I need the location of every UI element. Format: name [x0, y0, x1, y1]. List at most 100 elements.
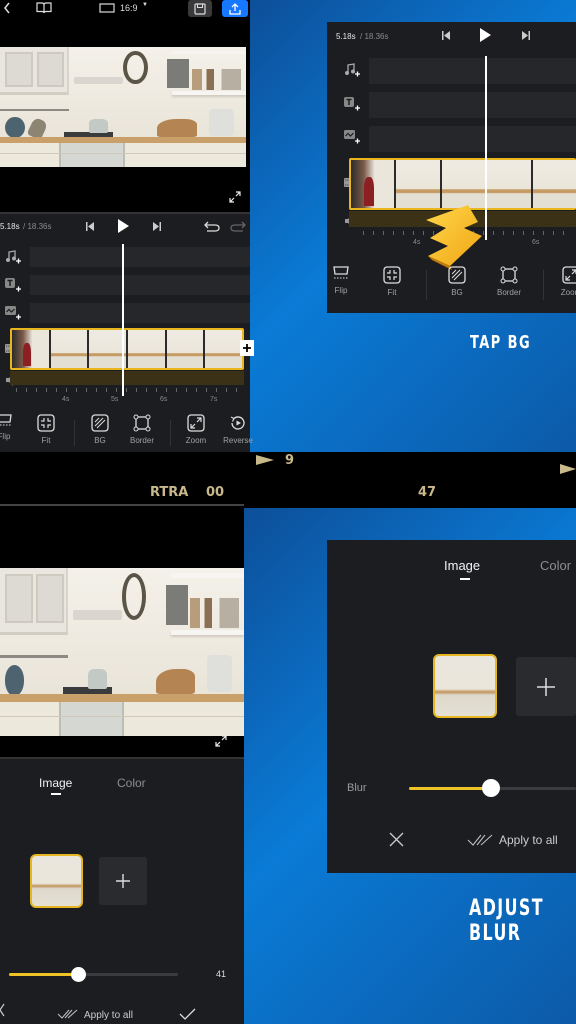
- toolbar-divider: [543, 270, 544, 300]
- video-preview[interactable]: [0, 568, 244, 736]
- flip-icon: [332, 266, 350, 282]
- adjust-blur-step-panel: Image Color Blur Apply to all: [327, 540, 576, 873]
- chevron-left-icon[interactable]: [2, 1, 12, 15]
- top-left-editor: 16:9 ▼ 5.18s / 18.36s 4s 5s 6s 7s lip Fi…: [0, 0, 254, 452]
- aspect-ratio-icon[interactable]: [99, 3, 115, 13]
- tab-image[interactable]: Image: [444, 558, 480, 573]
- film-number-right: 47: [418, 485, 437, 500]
- add-background-image-button[interactable]: [99, 857, 147, 905]
- text-add-icon[interactable]: [5, 278, 21, 292]
- tool-label: Flip: [0, 432, 11, 441]
- save-icon[interactable]: [188, 0, 212, 17]
- tool-label: Border: [129, 436, 154, 445]
- tool-bg[interactable]: BG: [435, 266, 479, 297]
- overlay-track[interactable]: [30, 303, 250, 323]
- fullscreen-toggle-icon[interactable]: [214, 734, 228, 748]
- playhead[interactable]: [122, 244, 124, 396]
- tool-bg[interactable]: BG: [78, 414, 122, 445]
- apply-to-all-icon[interactable]: [467, 834, 493, 846]
- film-number-left: 00: [206, 485, 225, 500]
- adjust-blur-caption: ADJUST BLUR: [469, 896, 545, 946]
- redo-icon[interactable]: [230, 220, 246, 232]
- undo-icon[interactable]: [204, 220, 220, 232]
- tool-flip[interactable]: Flip: [319, 266, 363, 295]
- text-track[interactable]: [30, 275, 250, 295]
- tool-fit[interactable]: Fit: [370, 266, 414, 297]
- background-image-thumbnail[interactable]: [433, 654, 497, 718]
- film-strip-line: [0, 504, 244, 506]
- tab-color[interactable]: Color: [540, 558, 571, 573]
- arrow-pointer-icon: [420, 200, 490, 270]
- video-clip[interactable]: [10, 328, 244, 370]
- tool-border[interactable]: Border: [487, 266, 531, 297]
- skip-end-icon[interactable]: [153, 222, 161, 231]
- add-clip-button[interactable]: [240, 340, 254, 356]
- background-icon: [448, 266, 466, 284]
- close-icon[interactable]: [0, 1003, 6, 1017]
- current-time: 5.18s: [336, 32, 356, 41]
- frame-marker-arrow-icon: [560, 464, 576, 474]
- tool-label: Fit: [387, 288, 397, 297]
- apply-to-all-icon[interactable]: [57, 1009, 79, 1019]
- tool-fit[interactable]: Fit: [24, 414, 68, 445]
- music-add-icon[interactable]: [5, 250, 21, 264]
- toolbar-divider: [74, 420, 75, 446]
- blur-slider-knob[interactable]: [70, 967, 86, 982]
- music-track[interactable]: [30, 247, 250, 267]
- tool-zoom[interactable]: Zoom: [174, 414, 218, 445]
- film-label: RTRA: [150, 485, 189, 500]
- overlay-track[interactable]: [369, 126, 576, 152]
- sticker-add-icon[interactable]: [344, 130, 360, 144]
- background-image-thumbnail[interactable]: [30, 854, 83, 908]
- skip-start-icon[interactable]: [86, 222, 94, 231]
- check-icon[interactable]: [179, 1008, 196, 1020]
- tab-image[interactable]: Image: [39, 776, 72, 790]
- ruler-tick-label: 7s: [210, 396, 218, 403]
- play-icon[interactable]: [117, 219, 129, 233]
- audio-track[interactable]: [10, 371, 244, 385]
- aspect-ratio-label[interactable]: 16:9: [120, 3, 138, 13]
- export-upload-icon[interactable]: [222, 0, 248, 17]
- music-add-icon[interactable]: [344, 63, 360, 77]
- timeline-panel: 5.18s / 18.36s 4s 5s 6s 7s lip Fit BG Bo…: [0, 214, 254, 452]
- apply-to-all-label[interactable]: Apply to all: [499, 833, 558, 847]
- tap-bg-step-panel: 5.18s / 18.36s 4s 6s Flip Fit BG Border …: [327, 22, 576, 313]
- text-track[interactable]: [369, 92, 576, 118]
- book-icon[interactable]: [36, 2, 52, 14]
- timeline-ruler: 4s 5s 6s 7s: [10, 388, 250, 408]
- tool-flip[interactable]: Flip: [0, 414, 26, 441]
- tool-zoom[interactable]: Zoom: [549, 266, 576, 297]
- tap-bg-caption: TAP BG: [470, 332, 532, 353]
- tool-label: Zoom: [185, 436, 207, 445]
- tab-color[interactable]: Color: [117, 776, 146, 790]
- tool-label: Border: [496, 288, 521, 297]
- total-time: / 18.36s: [360, 32, 389, 41]
- tool-reverse[interactable]: Reverse: [216, 414, 260, 445]
- text-add-icon[interactable]: [344, 97, 360, 111]
- fullscreen-toggle-icon[interactable]: [228, 190, 242, 204]
- border-icon: [133, 414, 151, 432]
- tool-label: Zoom: [560, 288, 576, 297]
- skip-start-icon[interactable]: [442, 31, 450, 40]
- caret-down-icon[interactable]: ▼: [142, 2, 148, 8]
- blur-value: 41: [216, 969, 227, 979]
- tool-border[interactable]: Border: [120, 414, 164, 445]
- plus-icon: [536, 677, 556, 697]
- total-time: / 18.36s: [23, 222, 52, 231]
- play-icon[interactable]: [479, 28, 491, 42]
- close-icon[interactable]: [389, 832, 404, 847]
- tool-label: BG: [451, 288, 463, 297]
- current-time: 5.18s: [0, 222, 20, 231]
- zoom-icon: [187, 414, 205, 432]
- ruler-tick-label: 5s: [111, 396, 119, 403]
- border-icon: [500, 266, 518, 284]
- active-tab-indicator: [460, 578, 470, 580]
- sticker-add-icon[interactable]: [5, 306, 21, 320]
- video-preview[interactable]: [0, 47, 246, 167]
- music-track[interactable]: [369, 58, 576, 84]
- blur-slider-knob[interactable]: [482, 779, 500, 797]
- add-background-image-button[interactable]: [516, 657, 576, 716]
- tool-label: Reverse: [223, 436, 253, 445]
- skip-end-icon[interactable]: [522, 31, 530, 40]
- apply-to-all-label[interactable]: Apply to all: [84, 1010, 133, 1021]
